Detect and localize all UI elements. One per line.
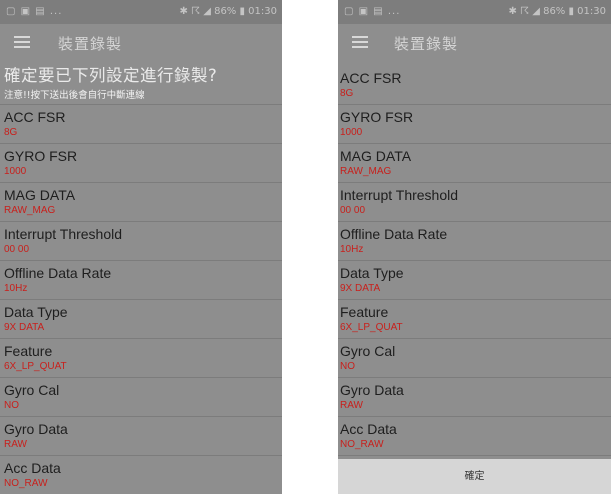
setting-value: 8G	[340, 88, 354, 99]
setting-label: Data Type	[4, 304, 68, 320]
setting-value: NO_RAW	[4, 478, 48, 489]
setting-value: RAW	[340, 400, 363, 411]
setting-label: MAG DATA	[340, 148, 412, 164]
setting-value: 6X_LP_QUAT	[4, 361, 67, 372]
setting-label: Offline Data Rate	[340, 226, 448, 242]
setting-item-acc-data: Acc Data NO_RAW	[0, 456, 282, 494]
setting-value: 10Hz	[4, 283, 28, 294]
confirm-button[interactable]: 確定	[338, 459, 611, 494]
setting-item-interrupt-threshold: Interrupt Threshold 00 00	[338, 183, 611, 222]
app-bar-title: 裝置錄製	[394, 35, 459, 53]
setting-item-offline-data-rate: Offline Data Rate 10Hz	[338, 222, 611, 261]
setting-value: 1000	[340, 127, 363, 138]
setting-label: Acc Data	[4, 460, 61, 476]
setting-item-gyro-fsr: GYRO FSR 1000	[0, 144, 282, 183]
setting-label: GYRO FSR	[4, 148, 78, 164]
setting-value: 6X_LP_QUAT	[340, 322, 403, 333]
phone-screen-left: ▢ ▣ ▤ ... ✱ ☈ ◢ 86% ▮ 01:30 裝置錄製 確定要已下列設…	[0, 0, 282, 494]
setting-label: ACC FSR	[4, 109, 66, 125]
app-bar: 裝置錄製	[338, 24, 611, 62]
setting-item-gyro-data: Gyro Data RAW	[0, 417, 282, 456]
settings-list: ACC FSR 8G GYRO FSR 1000 MAG DATA RAW_MAG I…	[0, 105, 282, 494]
setting-value: NO	[4, 400, 19, 411]
setting-item-gyro-cal: Gyro Cal NO	[0, 378, 282, 417]
setting-item-gyro-fsr: GYRO FSR 1000	[338, 105, 611, 144]
setting-item-gyro-cal: Gyro Cal NO	[338, 339, 611, 378]
setting-value: 9X DATA	[4, 322, 45, 333]
setting-value: NO	[340, 361, 355, 372]
hamburger-menu-icon[interactable]	[352, 36, 368, 48]
notification-icons: ▢ ▣ ▤ ...	[6, 6, 63, 17]
setting-item-acc-fsr: ACC FSR 8G	[0, 105, 282, 144]
setting-value: 10Hz	[340, 244, 364, 255]
confirm-warning-note: 注意!!按下送出後會自行中斷連線	[0, 87, 282, 105]
setting-item-feature: Feature 6X_LP_QUAT	[0, 339, 282, 378]
status-bar: ▢ ▣ ▤ ... ✱ ☈ ◢ 86% ▮ 01:30	[0, 0, 282, 24]
setting-value: RAW_MAG	[340, 166, 392, 177]
setting-label: Interrupt Threshold	[340, 187, 459, 203]
setting-value: 00 00	[4, 244, 30, 255]
setting-label: Interrupt Threshold	[4, 226, 123, 242]
settings-list: ACC FSR 8G GYRO FSR 1000 MAG DATA RAW_MAG I…	[338, 66, 611, 456]
setting-item-acc-fsr: ACC FSR 8G	[338, 66, 611, 105]
setting-label: Data Type	[340, 265, 404, 281]
setting-label: Offline Data Rate	[4, 265, 112, 281]
status-indicators: ✱ ☈ ◢ 86% ▮ 01:30	[179, 6, 277, 17]
setting-label: ACC FSR	[340, 70, 402, 86]
setting-label: Gyro Data	[4, 421, 68, 437]
setting-value: 00 00	[340, 205, 366, 216]
app-bar: 裝置錄製	[0, 24, 282, 62]
setting-item-mag-data: MAG DATA RAW_MAG	[0, 183, 282, 222]
setting-label: GYRO FSR	[340, 109, 414, 125]
setting-label: Gyro Data	[340, 382, 404, 398]
setting-item-data-type: Data Type 9X DATA	[338, 261, 611, 300]
setting-label: Gyro Cal	[340, 343, 396, 359]
status-bar: ▢ ▣ ▤ ... ✱ ☈ ◢ 86% ▮ 01:30	[338, 0, 611, 24]
setting-item-feature: Feature 6X_LP_QUAT	[338, 300, 611, 339]
setting-value: NO_RAW	[340, 439, 384, 450]
setting-value: 1000	[4, 166, 27, 177]
setting-item-interrupt-threshold: Interrupt Threshold 00 00	[0, 222, 282, 261]
setting-value: RAW	[4, 439, 27, 450]
setting-label: Feature	[340, 304, 389, 320]
setting-item-acc-data: Acc Data NO_RAW	[338, 417, 611, 456]
setting-item-gyro-data: Gyro Data RAW	[338, 378, 611, 417]
setting-value: RAW_MAG	[4, 205, 56, 216]
app-bar-title: 裝置錄製	[58, 35, 123, 53]
setting-item-offline-data-rate: Offline Data Rate 10Hz	[0, 261, 282, 300]
setting-item-mag-data: MAG DATA RAW_MAG	[338, 144, 611, 183]
confirm-heading: 確定要已下列設定進行錄製?	[4, 66, 218, 85]
setting-label: Gyro Cal	[4, 382, 60, 398]
setting-label: MAG DATA	[4, 187, 76, 203]
notification-icons: ▢ ▣ ▤ ...	[344, 6, 401, 17]
status-indicators: ✱ ☈ ◢ 86% ▮ 01:30	[508, 6, 606, 17]
setting-label: Acc Data	[340, 421, 397, 437]
hamburger-menu-icon[interactable]	[14, 36, 30, 48]
setting-value: 8G	[4, 127, 18, 138]
setting-label: Feature	[4, 343, 53, 359]
setting-item-data-type: Data Type 9X DATA	[0, 300, 282, 339]
setting-value: 9X DATA	[340, 283, 381, 294]
phone-screen-right: ▢ ▣ ▤ ... ✱ ☈ ◢ 86% ▮ 01:30 裝置錄製 ACC FSR…	[338, 0, 611, 494]
